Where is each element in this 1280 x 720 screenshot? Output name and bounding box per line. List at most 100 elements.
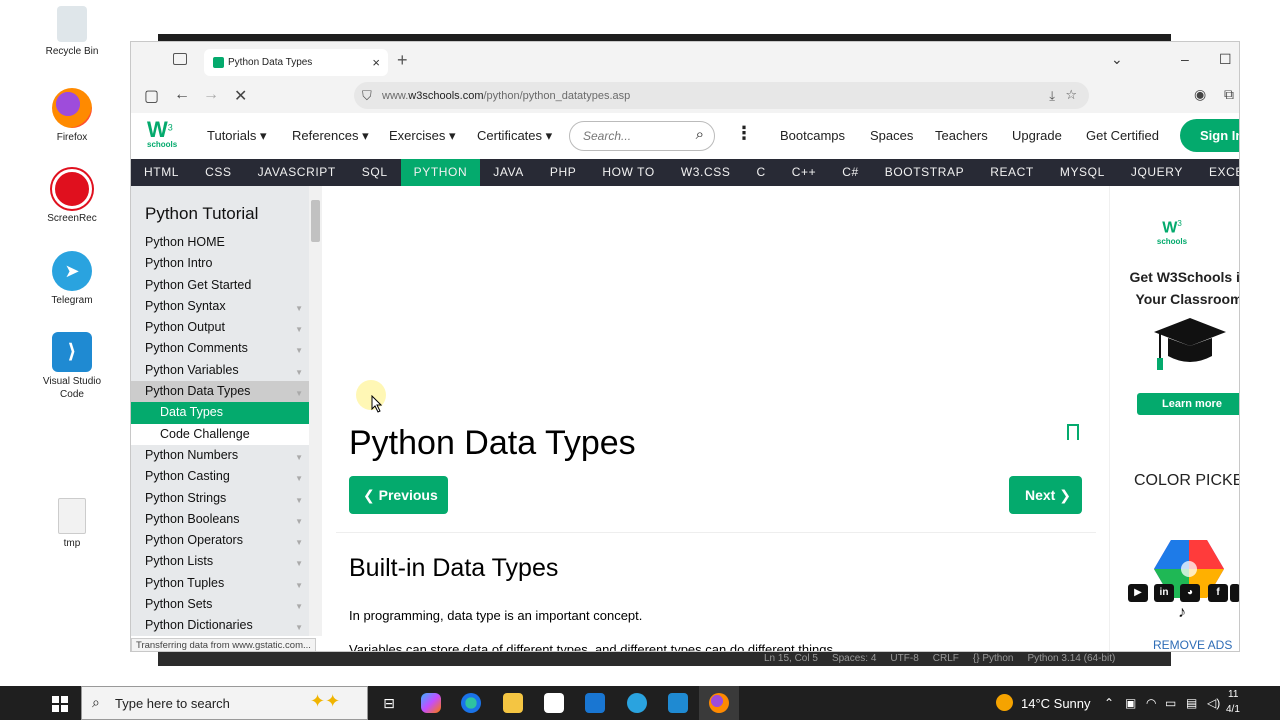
nav-get-certified[interactable]: Get Certified [1086,128,1159,143]
taskbar-search-input[interactable]: ⌕ Type here to search ✦✦ [81,686,368,720]
sidebar-item-python-numbers[interactable]: Python Numbers ▼ [131,445,309,466]
next-button[interactable]: Next ❯ [1009,476,1082,514]
battery-icon[interactable]: ▭ [1165,696,1176,710]
w3schools-logo[interactable]: W3 schools [147,119,183,155]
chevron-down-icon[interactable]: ▼ [295,468,303,489]
lang-tab-bootstrap[interactable]: BOOTSTRAP [872,159,977,186]
chevron-down-icon[interactable]: ▼ [295,490,303,511]
youtube-icon[interactable]: ▶ [1128,584,1148,602]
chevron-down-icon[interactable]: ▼ [295,511,303,532]
tray-device-icon[interactable]: ▣ [1125,696,1136,710]
chevron-down-icon[interactable]: ▼ [295,596,303,617]
maximize-icon[interactable]: ☐ [1219,51,1232,68]
clock-time[interactable]: 11 [1228,689,1238,700]
instagram-icon[interactable] [1230,584,1239,602]
nav-tutorials[interactable]: Tutorials ▾ [207,128,267,144]
sidebar-item-python-syntax[interactable]: Python Syntax ▼ [131,296,309,317]
facebook-icon[interactable]: f [1208,584,1228,602]
discord-icon[interactable]: ◕ [1180,584,1200,602]
nav-bootcamps[interactable]: Bootcamps [780,128,845,143]
lang-tab-python[interactable]: PYTHON [400,159,481,186]
sidebar-toggle-icon[interactable]: ▢ [144,86,159,106]
chevron-down-icon[interactable]: ▼ [295,298,303,319]
sidebar-scrollbar[interactable] [309,186,322,636]
account-icon[interactable]: ◉ [1194,86,1206,103]
desktop-icon-screenrec[interactable]: ScreenRec [38,169,106,225]
tray-chevron-up-icon[interactable]: ⌃ [1104,696,1114,710]
nav-spaces[interactable]: Spaces [870,128,913,143]
lang-tab-php[interactable]: PHP [537,159,589,186]
lang-tab-c-[interactable]: C# [829,159,872,186]
chevron-down-icon[interactable]: ▼ [295,340,303,361]
extensions-icon[interactable]: ⧉ [1224,86,1234,103]
sidebar-item-python-comments[interactable]: Python Comments ▼ [131,338,309,359]
previous-button[interactable]: ❮ Previous [349,476,448,514]
search-icon[interactable]: ⌕ [696,126,704,143]
mail-icon[interactable] [585,693,605,713]
lang-tab-css[interactable]: CSS [192,159,244,186]
nav-references[interactable]: References ▾ [292,128,369,144]
lang-tab-javascript[interactable]: JAVASCRIPT [245,159,349,186]
sidebar-item-python-strings[interactable]: Python Strings ▼ [131,488,309,509]
chevron-down-icon[interactable]: ▼ [295,553,303,574]
desktop-icon-firefox[interactable]: Firefox [38,88,106,144]
sidebar-item-python-home[interactable]: Python HOME [131,232,309,253]
lang-tab-how-to[interactable]: HOW TO [589,159,668,186]
lang-tab-sql[interactable]: SQL [349,159,401,186]
edge-icon[interactable] [461,693,481,713]
bookmark-icon[interactable] [1067,424,1079,440]
windows-start-icon[interactable] [52,696,68,712]
desktop-icon-recycle-bin[interactable]: Recycle Bin [38,6,106,58]
sign-in-button[interactable]: Sign In [1180,119,1239,152]
lang-tab-java[interactable]: JAVA [480,159,537,186]
file-explorer-icon[interactable] [503,693,523,713]
volume-icon[interactable]: ◁) [1207,696,1220,710]
sidebar-item-python-get-started[interactable]: Python Get Started [131,275,309,296]
taskbar-active-app[interactable] [699,686,739,720]
sidebar-item-python-output[interactable]: Python Output ▼ [131,317,309,338]
vscode-icon[interactable] [668,693,688,713]
tiktok-icon[interactable]: ♪ [1172,604,1192,622]
sidebar-item-python-data-types[interactable]: Python Data Types ▼ [131,381,309,403]
sidebar-item-python-intro[interactable]: Python Intro [131,253,309,274]
learn-more-button[interactable]: Learn more [1137,393,1239,415]
chevron-down-icon[interactable]: ▼ [295,447,303,468]
remove-ads-link[interactable]: REMOVE ADS [1153,638,1232,651]
nav-teachers[interactable]: Teachers [935,128,988,143]
desktop-icon-vscode[interactable]: ⟩ Visual Studio Code [38,332,106,401]
sidebar-item-python-casting[interactable]: Python Casting ▼ [131,466,309,487]
desktop-icon-telegram[interactable]: ➤ Telegram [38,251,106,307]
lang-tab-c-[interactable]: C++ [779,159,829,186]
star-icon[interactable]: ☆ [1065,87,1077,103]
lang-tab-mysql[interactable]: MYSQL [1047,159,1118,186]
chevron-down-icon[interactable]: ▼ [295,532,303,553]
weather-text[interactable]: 14°C Sunny [1021,696,1091,711]
lang-tab-excel[interactable]: EXCEL [1196,159,1239,186]
tray-wifi-icon[interactable]: ◠ [1146,696,1156,710]
telegram-icon[interactable] [627,693,647,713]
minimize-icon[interactable]: – [1181,51,1189,67]
url-field[interactable]: ⛉ www. w3schools.com/python/python_dataty… [354,82,1089,109]
scrollbar-thumb[interactable] [311,200,320,242]
network-icon[interactable]: ▤ [1186,696,1197,710]
sidebar-item-python-operators[interactable]: Python Operators ▼ [131,530,309,551]
stop-loading-icon[interactable]: ✕ [234,86,247,106]
copilot-icon[interactable] [421,693,441,713]
sidebar-item-python-dictionaries[interactable]: Python Dictionaries ▼ [131,615,309,636]
chevron-down-icon[interactable]: ▼ [295,362,303,383]
nav-exercises[interactable]: Exercises ▾ [389,128,456,144]
chevron-down-icon[interactable]: ▼ [295,617,303,638]
sidebar-item-python-lists[interactable]: Python Lists ▼ [131,551,309,572]
browser-tab[interactable]: Python Data Types × [204,49,388,76]
back-icon[interactable]: ← [174,86,190,104]
forward-icon[interactable]: → [203,86,219,104]
task-view-icon[interactable]: ⊟ [379,693,399,713]
download-icon[interactable]: ⤓ [1049,88,1055,104]
sidebar-item-python-tuples[interactable]: Python Tuples ▼ [131,573,309,594]
lang-tab-jquery[interactable]: JQUERY [1118,159,1196,186]
lang-tab-w3-css[interactable]: W3.CSS [668,159,744,186]
new-tab-icon[interactable]: + [397,50,408,71]
lang-tab-react[interactable]: REACT [977,159,1047,186]
sidebar-item-data-types[interactable]: Data Types [131,402,309,424]
sidebar-item-python-variables[interactable]: Python Variables ▼ [131,360,309,381]
